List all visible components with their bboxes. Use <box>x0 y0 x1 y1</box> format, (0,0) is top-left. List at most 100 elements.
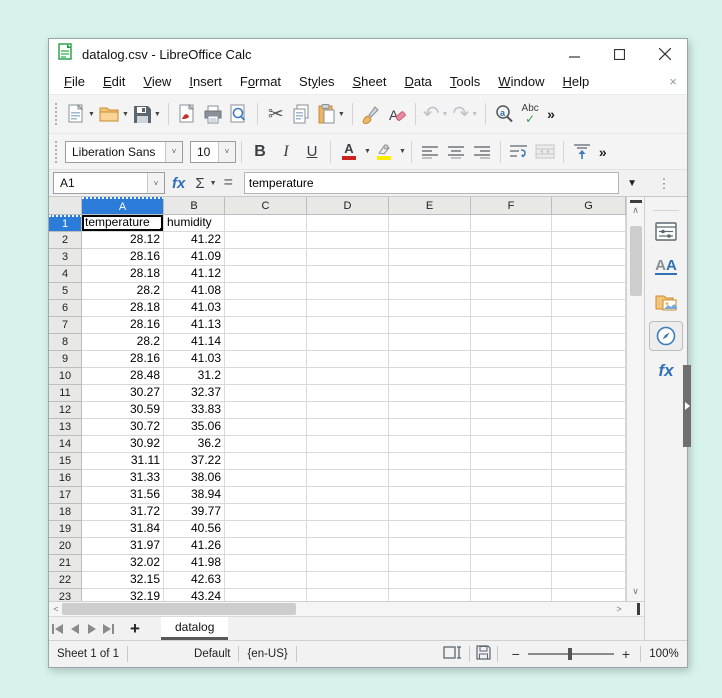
cell[interactable] <box>307 487 389 504</box>
cell[interactable] <box>389 504 471 521</box>
cell[interactable] <box>225 487 307 504</box>
cell[interactable] <box>225 436 307 453</box>
sidebar-styles-icon[interactable]: AA <box>649 251 683 281</box>
italic-button[interactable]: I <box>273 138 299 166</box>
cell[interactable] <box>389 453 471 470</box>
cell[interactable] <box>471 521 552 538</box>
cell[interactable] <box>471 283 552 300</box>
save-button[interactable]: ▼ <box>131 100 163 128</box>
row-header-9[interactable]: 9 <box>49 351 82 368</box>
cell[interactable] <box>307 572 389 589</box>
align-left-button[interactable] <box>417 138 443 166</box>
cell[interactable]: 31.11 <box>82 453 164 470</box>
cell[interactable] <box>225 300 307 317</box>
vertical-scroll-thumb[interactable] <box>630 226 642 296</box>
function-wizard-button[interactable]: fx <box>165 175 192 192</box>
cell[interactable] <box>307 419 389 436</box>
horizontal-scrollbar[interactable]: < > <box>49 601 644 616</box>
maximize-button[interactable] <box>597 39 642 69</box>
cell[interactable]: 41.98 <box>164 555 225 572</box>
sidebar-hide-grip[interactable] <box>683 365 691 447</box>
cell[interactable] <box>225 334 307 351</box>
cell[interactable] <box>471 300 552 317</box>
cell[interactable]: 40.56 <box>164 521 225 538</box>
cell[interactable]: 28.48 <box>82 368 164 385</box>
menu-view[interactable]: View <box>134 70 180 93</box>
cell[interactable] <box>552 232 626 249</box>
cell[interactable] <box>389 232 471 249</box>
cell[interactable]: 31.72 <box>82 504 164 521</box>
cell[interactable] <box>471 232 552 249</box>
sidebar-navigator-icon[interactable] <box>649 321 683 351</box>
language-indicator[interactable]: {en-US} <box>239 648 295 660</box>
cell[interactable] <box>307 555 389 572</box>
cell[interactable]: 31.56 <box>82 487 164 504</box>
row-header-7[interactable]: 7 <box>49 317 82 334</box>
first-sheet-button[interactable] <box>49 619 66 639</box>
cell[interactable] <box>225 283 307 300</box>
cell[interactable] <box>225 232 307 249</box>
cell[interactable] <box>471 504 552 521</box>
row-header-8[interactable]: 8 <box>49 334 82 351</box>
cell[interactable] <box>552 317 626 334</box>
cell[interactable] <box>307 334 389 351</box>
column-header-a[interactable]: A <box>82 197 164 215</box>
cell[interactable] <box>307 300 389 317</box>
cell[interactable] <box>552 419 626 436</box>
cell[interactable] <box>471 555 552 572</box>
wrap-text-button[interactable] <box>506 138 532 166</box>
toolbar-drag-grip[interactable] <box>55 103 61 125</box>
cell[interactable] <box>471 266 552 283</box>
spreadsheet-grid[interactable]: ABCDEFG1temperaturehumidity228.1241.2232… <box>49 197 626 601</box>
cell[interactable] <box>389 521 471 538</box>
cell[interactable]: temperature <box>82 215 164 232</box>
cut-button[interactable]: ✂ <box>263 100 289 128</box>
cell[interactable] <box>552 300 626 317</box>
cell[interactable] <box>307 521 389 538</box>
zoom-slider-thumb[interactable] <box>568 648 572 660</box>
cell[interactable] <box>307 436 389 453</box>
select-all-corner[interactable] <box>49 197 82 215</box>
cell[interactable] <box>552 572 626 589</box>
cell[interactable] <box>389 317 471 334</box>
cell[interactable]: 41.26 <box>164 538 225 555</box>
name-box-dropdown-icon[interactable]: ˅ <box>147 173 164 193</box>
cell[interactable] <box>552 266 626 283</box>
cell[interactable] <box>552 368 626 385</box>
cell[interactable] <box>471 436 552 453</box>
cell[interactable] <box>552 283 626 300</box>
cell[interactable] <box>552 470 626 487</box>
column-header-b[interactable]: B <box>164 197 225 215</box>
cell[interactable] <box>471 487 552 504</box>
column-header-g[interactable]: G <box>552 197 626 215</box>
column-header-f[interactable]: F <box>471 197 552 215</box>
zoom-slider[interactable] <box>528 653 614 655</box>
cell[interactable]: 28.12 <box>82 232 164 249</box>
cell[interactable] <box>552 385 626 402</box>
cell[interactable] <box>225 470 307 487</box>
cell[interactable] <box>471 215 552 232</box>
menu-edit[interactable]: Edit <box>94 70 134 93</box>
selection-mode-icon[interactable] <box>437 646 469 662</box>
paste-dropdown-arrow[interactable]: ▼ <box>338 111 345 118</box>
merge-cells-button[interactable] <box>532 138 558 166</box>
row-header-11[interactable]: 11 <box>49 385 82 402</box>
cell[interactable] <box>389 436 471 453</box>
cell[interactable] <box>225 402 307 419</box>
cell[interactable] <box>225 589 307 601</box>
cell[interactable]: 28.2 <box>82 283 164 300</box>
cell[interactable] <box>471 368 552 385</box>
cell[interactable] <box>471 385 552 402</box>
cell[interactable] <box>552 215 626 232</box>
cell[interactable]: 41.14 <box>164 334 225 351</box>
cell[interactable] <box>307 232 389 249</box>
autosum-dropdown-arrow[interactable]: ▼ <box>210 180 217 187</box>
row-header-16[interactable]: 16 <box>49 470 82 487</box>
menu-format[interactable]: Format <box>231 70 290 93</box>
menu-help[interactable]: Help <box>554 70 599 93</box>
cell[interactable]: 42.63 <box>164 572 225 589</box>
cell[interactable] <box>389 249 471 266</box>
cell[interactable] <box>225 453 307 470</box>
menu-file[interactable]: File <box>55 70 94 93</box>
cell[interactable] <box>225 385 307 402</box>
